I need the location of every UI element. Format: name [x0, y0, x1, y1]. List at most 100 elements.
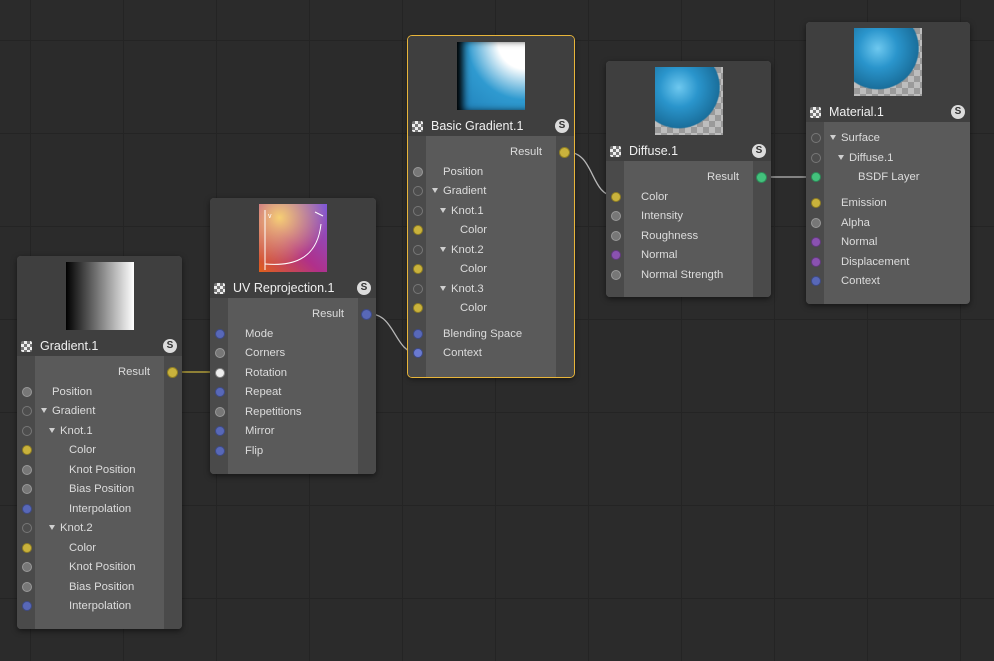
solo-icon[interactable]: S	[752, 144, 766, 158]
input-row[interactable]: Color	[408, 220, 574, 240]
node-header[interactable]: Gradient.1 S	[17, 336, 182, 356]
input-row[interactable]: Position	[408, 162, 574, 182]
input-port[interactable]	[22, 581, 32, 592]
result-port[interactable]	[756, 172, 767, 183]
input-port[interactable]	[413, 328, 423, 339]
input-row[interactable]: Blending Space	[408, 324, 574, 344]
input-port[interactable]	[215, 406, 225, 417]
input-port[interactable]	[22, 483, 32, 494]
node-header[interactable]: Diffuse.1 S	[606, 141, 771, 161]
input-row[interactable]: Color	[408, 298, 574, 318]
input-row[interactable]: Knot.2	[408, 240, 574, 260]
input-row[interactable]: Color	[606, 187, 771, 207]
input-port[interactable]	[22, 405, 32, 416]
triangle-expand-icon[interactable]	[49, 525, 55, 531]
triangle-expand-icon[interactable]	[830, 135, 836, 141]
input-row[interactable]: Context	[408, 343, 574, 363]
input-port[interactable]	[811, 275, 821, 286]
input-port[interactable]	[811, 132, 821, 143]
input-port[interactable]	[611, 249, 621, 260]
input-row[interactable]: Gradient	[17, 401, 182, 421]
input-row[interactable]: Alpha	[806, 213, 970, 233]
input-port[interactable]	[811, 197, 821, 208]
input-row[interactable]: Knot.3	[408, 279, 574, 299]
input-port[interactable]	[22, 425, 32, 436]
result-output[interactable]: Result	[210, 304, 376, 324]
input-port[interactable]	[22, 522, 32, 533]
input-row[interactable]: Interpolation	[17, 499, 182, 519]
input-port[interactable]	[215, 445, 225, 456]
input-port[interactable]	[22, 444, 32, 455]
input-row[interactable]: Surface	[806, 128, 970, 148]
result-port[interactable]	[559, 147, 570, 158]
input-row[interactable]: BSDF Layer	[806, 167, 970, 187]
input-port[interactable]	[413, 283, 423, 294]
input-port-connected[interactable]	[611, 191, 621, 202]
result-output[interactable]: Result	[606, 167, 771, 187]
result-port[interactable]	[167, 367, 178, 378]
input-port[interactable]	[22, 464, 32, 475]
input-port[interactable]	[22, 561, 32, 572]
solo-icon[interactable]: S	[951, 105, 965, 119]
input-row[interactable]: Normal	[806, 232, 970, 252]
input-row[interactable]: Knot.1	[17, 421, 182, 441]
input-port[interactable]	[611, 269, 621, 280]
input-row[interactable]: Roughness	[606, 226, 771, 246]
input-port[interactable]	[215, 386, 225, 397]
input-row[interactable]: Knot.1	[408, 201, 574, 221]
input-row[interactable]: Knot Position	[17, 460, 182, 480]
node-header[interactable]: Material.1 S	[806, 102, 970, 122]
input-port[interactable]	[611, 210, 621, 221]
node-material[interactable]: Material.1 S Surface Diffuse.1 BSDF Laye…	[806, 22, 970, 304]
input-port-connected[interactable]	[413, 347, 423, 358]
input-row[interactable]: Knot Position	[17, 557, 182, 577]
input-port[interactable]	[811, 152, 821, 163]
input-row[interactable]: Displacement	[806, 252, 970, 272]
solo-icon[interactable]: S	[163, 339, 177, 353]
result-port[interactable]	[361, 309, 372, 320]
triangle-expand-icon[interactable]	[49, 428, 55, 434]
node-basic-gradient[interactable]: Basic Gradient.1 S Result Position Gradi…	[407, 35, 575, 378]
input-port[interactable]	[413, 263, 423, 274]
input-port-connected[interactable]	[811, 171, 821, 182]
input-port[interactable]	[413, 166, 423, 177]
input-row[interactable]: Repeat	[210, 382, 376, 402]
input-row[interactable]: Bias Position	[17, 479, 182, 499]
input-port[interactable]	[413, 244, 423, 255]
input-port[interactable]	[611, 230, 621, 241]
solo-icon[interactable]: S	[555, 119, 569, 133]
input-row[interactable]: Rotation	[210, 363, 376, 383]
result-output[interactable]: Result	[408, 142, 574, 162]
node-header[interactable]: Basic Gradient.1 S	[408, 116, 574, 136]
input-port[interactable]	[22, 542, 32, 553]
input-row[interactable]: Intensity	[606, 206, 771, 226]
input-row[interactable]: Mode	[210, 324, 376, 344]
input-row[interactable]: Mirror	[210, 421, 376, 441]
triangle-expand-icon[interactable]	[432, 188, 438, 194]
input-port[interactable]	[811, 217, 821, 228]
triangle-expand-icon[interactable]	[440, 286, 446, 292]
solo-icon[interactable]: S	[357, 281, 371, 295]
input-port-connected[interactable]	[215, 367, 225, 378]
input-row[interactable]: Gradient	[408, 181, 574, 201]
node-uv-reprojection[interactable]: v UV Reprojection.1 S Result Mode Corner…	[210, 198, 376, 474]
input-row[interactable]: Color	[408, 259, 574, 279]
triangle-expand-icon[interactable]	[440, 208, 446, 214]
input-row[interactable]: Bias Position	[17, 577, 182, 597]
node-gradient[interactable]: Gradient.1 S Result Position Gradient Kn…	[17, 256, 182, 629]
input-row[interactable]: Repetitions	[210, 402, 376, 422]
input-port[interactable]	[413, 224, 423, 235]
input-row[interactable]: Interpolation	[17, 596, 182, 616]
input-row[interactable]: Color	[17, 538, 182, 558]
input-port[interactable]	[413, 185, 423, 196]
input-row[interactable]: Context	[806, 271, 970, 291]
input-row[interactable]: Diffuse.1	[806, 148, 970, 168]
input-row[interactable]: Position	[17, 382, 182, 402]
input-port[interactable]	[215, 347, 225, 358]
node-diffuse[interactable]: Diffuse.1 S Result Color Intensity Rough…	[606, 61, 771, 297]
input-port[interactable]	[413, 302, 423, 313]
triangle-expand-icon[interactable]	[440, 247, 446, 253]
triangle-expand-icon[interactable]	[838, 155, 844, 161]
input-port[interactable]	[22, 503, 32, 514]
input-row[interactable]: Corners	[210, 343, 376, 363]
